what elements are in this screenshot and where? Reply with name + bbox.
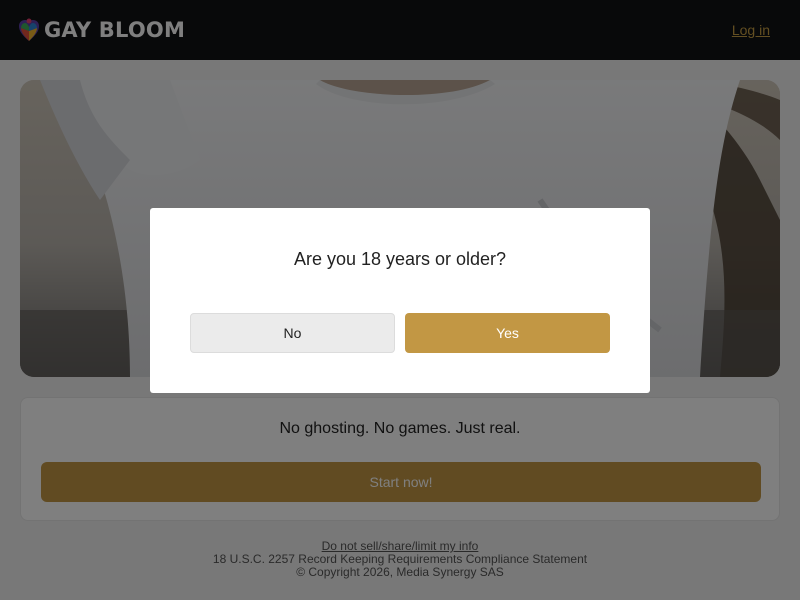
yes-button[interactable]: Yes (405, 313, 610, 353)
no-button[interactable]: No (190, 313, 395, 353)
age-question: Are you 18 years or older? (293, 249, 507, 269)
age-verification-modal: Are you 18 years or older? No Yes (150, 208, 650, 393)
